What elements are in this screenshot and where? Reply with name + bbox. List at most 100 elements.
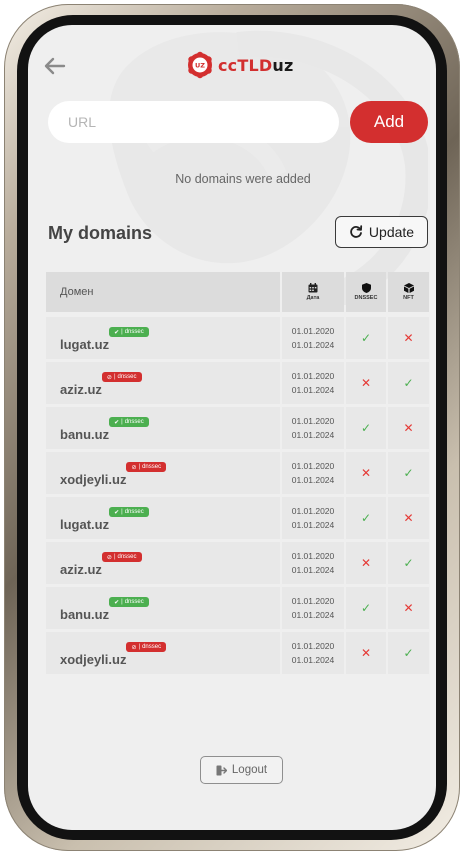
logout-button[interactable]: Logout bbox=[200, 756, 283, 784]
domain-name: xodjeyli.uz bbox=[60, 651, 127, 667]
table-row[interactable]: xodjeyli.uz ⊘ | dnssec 01.01.2020 01.01.2024 ✕… bbox=[46, 452, 429, 494]
dnssec-status-badge: ⊘ | dnssec bbox=[101, 552, 142, 562]
registered-date: 01.01.2020 bbox=[291, 596, 335, 606]
registered-date: 01.01.2020 bbox=[291, 326, 335, 336]
check-icon: ✔ bbox=[114, 599, 120, 606]
update-button-label: Update bbox=[368, 224, 415, 240]
expiry-date: 01.01.2024 bbox=[291, 655, 335, 665]
registered-date: 01.01.2020 bbox=[291, 416, 335, 426]
logout-icon bbox=[216, 765, 227, 775]
domain-cell: banu.uz ✔ | dnssec bbox=[46, 587, 280, 629]
expiry-date: 01.01.2024 bbox=[291, 340, 335, 350]
domain-cell: lugat.uz ✔ | dnssec bbox=[46, 317, 280, 359]
app-screen: UZ ccTLDuz Add No domains were added My … bbox=[28, 25, 436, 830]
check-icon: ✓ bbox=[360, 511, 372, 525]
nft-cell: ✓ bbox=[388, 452, 429, 494]
date-cell: 01.01.2020 01.01.2024 bbox=[282, 497, 344, 539]
cross-icon: ✕ bbox=[360, 556, 372, 570]
check-icon: ✓ bbox=[360, 421, 372, 435]
header-date-label: Дата bbox=[306, 295, 320, 301]
domain-name: lugat.uz bbox=[60, 516, 110, 532]
domain-cell: xodjeyli.uz ⊘ | dnssec bbox=[46, 452, 280, 494]
dnssec-status-badge: ⊘ | dnssec bbox=[101, 372, 142, 382]
table-row[interactable]: aziz.uz ⊘ | dnssec 01.01.2020 01.01.2024 ✕ ✓ bbox=[46, 542, 429, 584]
registered-date: 01.01.2020 bbox=[291, 551, 335, 561]
domain-name: banu.uz bbox=[60, 606, 110, 622]
badge-label: dnssec bbox=[117, 554, 137, 560]
shield-icon bbox=[361, 283, 371, 293]
dnssec-status-badge: ✔ | dnssec bbox=[109, 417, 149, 427]
dnssec-cell: ✓ bbox=[346, 497, 386, 539]
table-row[interactable]: banu.uz ✔ | dnssec 01.01.2020 01.01.2024 ✓ ✕ bbox=[46, 587, 429, 629]
url-input[interactable] bbox=[48, 101, 339, 143]
dnssec-cell: ✕ bbox=[346, 362, 386, 404]
check-icon: ✓ bbox=[360, 331, 372, 345]
date-cell: 01.01.2020 01.01.2024 bbox=[282, 587, 344, 629]
expiry-date: 01.01.2024 bbox=[291, 430, 335, 440]
domain-name: lugat.uz bbox=[60, 336, 110, 352]
badge-label: dnssec bbox=[142, 644, 162, 650]
expiry-date: 01.01.2024 bbox=[291, 520, 335, 530]
header-date: Дата bbox=[282, 272, 344, 312]
header-nft-label: NFT bbox=[403, 295, 414, 301]
table-row[interactable]: xodjeyli.uz ⊘ | dnssec 01.01.2020 01.01.2024 ✕… bbox=[46, 632, 429, 674]
refresh-icon bbox=[350, 225, 363, 238]
date-cell: 01.01.2020 01.01.2024 bbox=[282, 407, 344, 449]
dnssec-status-badge: ⊘ | dnssec bbox=[126, 642, 167, 652]
dnssec-status-badge: ✔ | dnssec bbox=[109, 507, 149, 517]
nft-cell: ✕ bbox=[388, 317, 429, 359]
table-row[interactable]: lugat.uz ✔ | dnssec 01.01.2020 01.01.2024 ✓ ✕ bbox=[46, 497, 429, 539]
table-row[interactable]: aziz.uz ⊘ | dnssec 01.01.2020 01.01.2024 ✕ ✓ bbox=[46, 362, 429, 404]
dnssec-cell: ✕ bbox=[346, 452, 386, 494]
domain-name: aziz.uz bbox=[60, 561, 102, 577]
dnssec-status-badge: ⊘ | dnssec bbox=[126, 462, 167, 472]
registered-date: 01.01.2020 bbox=[291, 371, 335, 381]
badge-label: dnssec bbox=[117, 374, 137, 380]
expiry-date: 01.01.2024 bbox=[291, 610, 335, 620]
header-dnssec-label: DNSSEC bbox=[354, 295, 378, 301]
nft-cell: ✓ bbox=[388, 632, 429, 674]
nft-cell: ✕ bbox=[388, 587, 429, 629]
header-dnssec: DNSSEC bbox=[346, 272, 386, 312]
table-header: Домен Дата DNSSEC NFT bbox=[46, 272, 429, 312]
check-icon: ✔ bbox=[114, 419, 120, 426]
dnssec-cell: ✕ bbox=[346, 632, 386, 674]
check-icon: ✓ bbox=[403, 376, 414, 390]
expiry-date: 01.01.2024 bbox=[291, 475, 335, 485]
expiry-date: 01.01.2024 bbox=[291, 385, 335, 395]
nft-cube-icon bbox=[403, 283, 414, 293]
cross-icon: ✕ bbox=[403, 601, 414, 615]
cross-icon: ✕ bbox=[403, 421, 414, 435]
cross-icon: ✕ bbox=[360, 376, 372, 390]
table-body: lugat.uz ✔ | dnssec 01.01.2020 01.01.2024 ✓ ✕ az… bbox=[46, 317, 429, 674]
my-domains-title: My domains bbox=[48, 223, 153, 243]
check-icon: ✔ bbox=[114, 509, 120, 516]
check-icon: ✓ bbox=[403, 556, 414, 570]
logo-emblem-icon: UZ bbox=[188, 51, 212, 79]
table-row[interactable]: lugat.uz ✔ | dnssec 01.01.2020 01.01.2024 ✓ ✕ bbox=[46, 317, 429, 359]
nft-cell: ✕ bbox=[388, 497, 429, 539]
dnssec-cell: ✓ bbox=[346, 317, 386, 359]
cctld-logo: UZ ccTLDuz bbox=[186, 49, 293, 81]
check-icon: ✓ bbox=[403, 646, 414, 660]
back-button[interactable] bbox=[42, 53, 68, 79]
domain-name: xodjeyli.uz bbox=[60, 471, 127, 487]
table-row[interactable]: banu.uz ✔ | dnssec 01.01.2020 01.01.2024 ✓ ✕ bbox=[46, 407, 429, 449]
expiry-date: 01.01.2024 bbox=[291, 565, 335, 575]
logo-badge-text: UZ bbox=[195, 62, 205, 70]
update-button[interactable]: Update bbox=[335, 216, 428, 248]
header-domain: Домен bbox=[46, 272, 280, 312]
error-circle-icon: ⊘ bbox=[131, 644, 137, 651]
cross-icon: ✕ bbox=[360, 646, 372, 660]
calendar-icon bbox=[308, 283, 318, 293]
nft-cell: ✓ bbox=[388, 362, 429, 404]
add-button[interactable]: Add bbox=[350, 101, 428, 143]
empty-state-message: No domains were added bbox=[175, 172, 311, 186]
check-icon: ✓ bbox=[360, 601, 372, 615]
date-cell: 01.01.2020 01.01.2024 bbox=[282, 452, 344, 494]
logout-label: Logout bbox=[231, 764, 268, 776]
date-cell: 01.01.2020 01.01.2024 bbox=[282, 317, 344, 359]
cross-icon: ✕ bbox=[403, 511, 414, 525]
badge-label: dnssec bbox=[124, 599, 144, 605]
registered-date: 01.01.2020 bbox=[291, 641, 335, 651]
